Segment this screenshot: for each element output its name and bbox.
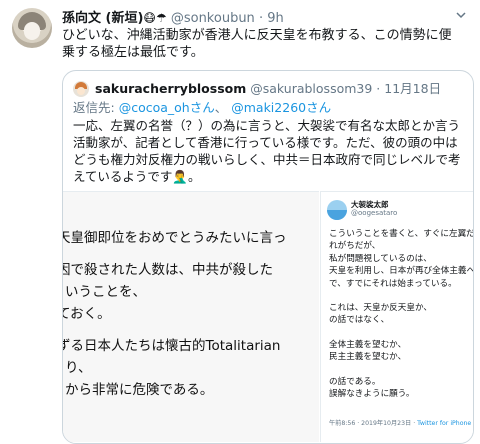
- tweet-time[interactable]: 9h: [267, 11, 284, 26]
- reply-to-line: 返信先: @cocoa_ohさん、 @maki2260さん: [73, 99, 331, 117]
- image-text-line: ておく。: [63, 306, 111, 322]
- image-text-line: これは、天皇か反天皇か、: [329, 303, 432, 314]
- image-author-avatar: [327, 200, 347, 220]
- author-avatar[interactable]: [12, 8, 52, 48]
- reply-mention: @cocoa_ohさん: [118, 100, 215, 115]
- image-text-line: 民主主義を望むか、: [329, 352, 407, 363]
- image-text-line: の話ではなく、: [329, 315, 390, 326]
- image-text-line: 全体主義を望むか、: [329, 339, 407, 350]
- image-text-line: 天皇を利用し、日本が再び全体主義へと向か: [329, 266, 474, 277]
- quoted-header: sakuracherryblossom @sakurablossom39 · 1…: [95, 80, 441, 98]
- image-via: Twitter for iPhone: [417, 420, 472, 427]
- reply-prefix: 返信先:: [73, 100, 115, 115]
- image-text-line: ずる日本人たちは懐古的Totalitarian: [63, 338, 281, 354]
- quoted-display-name: sakuracherryblossom: [95, 81, 247, 96]
- image-text-line: いうことを、: [65, 284, 146, 300]
- quoted-handle: @sakurablossom39: [250, 81, 373, 96]
- reply-joiner: 、: [214, 100, 228, 115]
- tweet-text: ひどいな、沖縄活動家が香港人に反天皇を布教する、この情勢に便乗する極左は最低です…: [62, 28, 452, 60]
- quoted-separator: ·: [376, 81, 381, 96]
- chevron-down-icon[interactable]: [454, 9, 468, 23]
- tweet-header: 孫向文 (新垣)😷☂ @sonkoubun · 9h: [62, 8, 284, 28]
- quoted-tweet[interactable]: sakuracherryblossom @sakurablossom39 · 1…: [62, 70, 474, 444]
- image-tweet-footer: 午前8:56 · 2019年10月23日 · Twitter for iPhon…: [329, 418, 471, 427]
- quoted-author-avatar: [73, 81, 89, 97]
- quoted-date: 11月18日: [384, 81, 442, 96]
- name-emojis: 😷☂: [143, 11, 167, 25]
- image-text-line: から非常に危険である。: [65, 382, 214, 398]
- image-tweet-body: こういうことを書くと、すぐに左翼だ、などと れがちだが、 私が問題視しているのは…: [329, 228, 474, 400]
- attached-image-right[interactable]: 大袈裟太郎 @oogesataro こういうことを書くと、すぐに左翼だ、などと …: [320, 191, 474, 442]
- image-text-line: の話である。: [329, 376, 381, 387]
- image-text-line: 私が問題視しているのは、: [329, 253, 432, 264]
- quoted-text: 一応、左翼の名誉（？）の為に言うと、大袈裟で有名な太郎とか言う活動家が、記者とし…: [73, 118, 461, 184]
- reply-mention: @maki2260さん: [231, 100, 332, 115]
- image-author-handle: @oogesataro: [351, 209, 398, 217]
- image-text-line: こういうことを書くと、すぐに左翼だ、などと: [329, 229, 474, 239]
- author-display-name[interactable]: 孫向文 (新垣): [62, 11, 143, 26]
- attached-image-left[interactable]: 天皇御即位をおめでとうみたいに言っ 因で殺された人数は、中共が殺した いうことを…: [63, 191, 319, 442]
- author-handle[interactable]: @sonkoubun: [171, 11, 255, 26]
- image-text-line: 誤解なきように願う。: [329, 389, 415, 400]
- image-text-line: り、: [65, 360, 92, 376]
- image-timestamp: 午前8:56 · 2019年10月23日 ·: [329, 420, 416, 427]
- image-text-line: 天皇御即位をおめでとうみたいに言っ: [63, 230, 287, 246]
- header-separator: ·: [258, 11, 264, 26]
- image-text-line: れがちだが、: [329, 241, 381, 252]
- image-text-line: 因で殺された人数は、中共が殺した: [63, 262, 273, 278]
- image-text-line: で、すでにそれは始まっている。: [329, 278, 457, 289]
